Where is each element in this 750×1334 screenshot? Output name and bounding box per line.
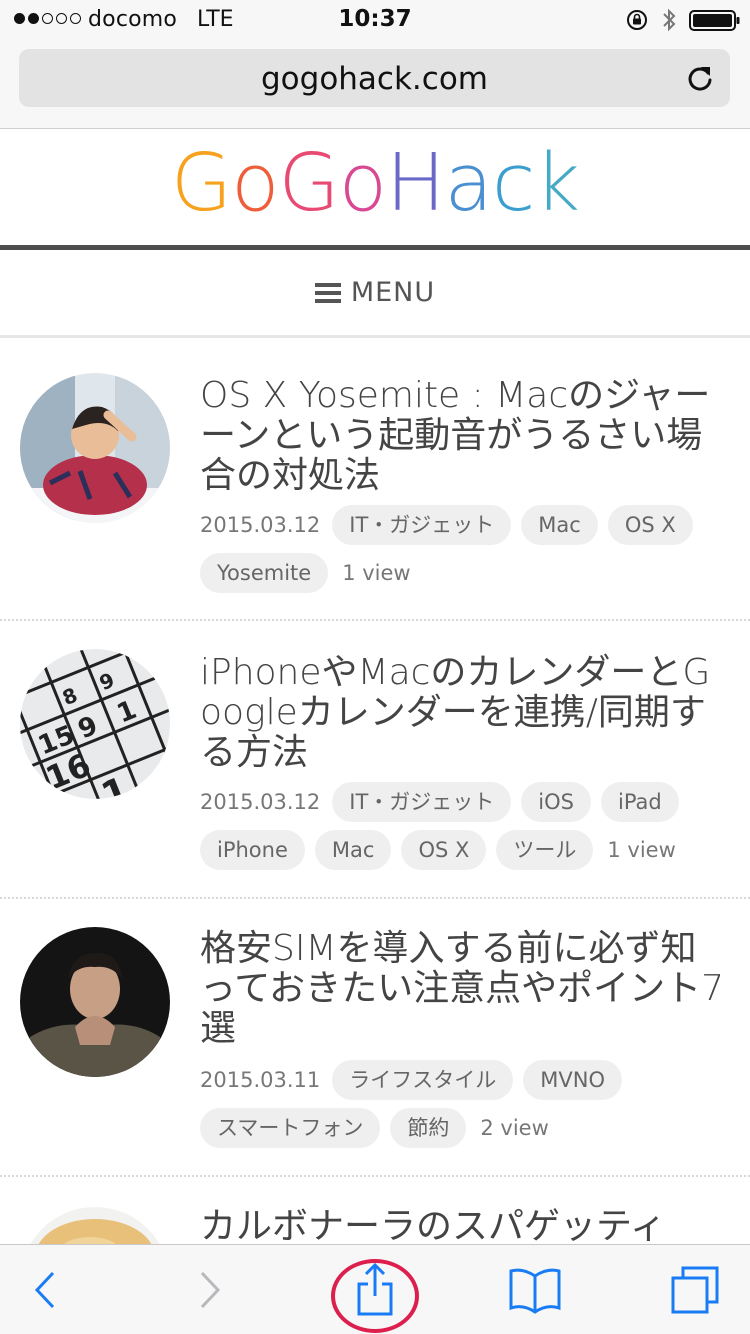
logo-letter: H xyxy=(386,137,445,229)
article-meta: 2015.03.11 ライフスタイル MVNO スマートフォン 節約 2 vie… xyxy=(200,1060,722,1148)
browser-toolbar xyxy=(0,1244,750,1334)
logo-letter: G xyxy=(278,137,339,229)
tag-chip[interactable]: ライフスタイル xyxy=(332,1060,514,1100)
article-meta: 2015.03.12 IT・ガジェット Mac OS X Yosemite 1 … xyxy=(200,505,722,593)
article-title[interactable]: iPhoneやMacのカレンダーとGoogleカレンダーを連携/同期する方法 xyxy=(200,653,730,773)
tag-chip[interactable]: iOS xyxy=(521,782,591,822)
article-meta: 2015.03.12 IT・ガジェット iOS iPad iPhone Mac … xyxy=(200,782,722,870)
url-text[interactable]: gogohack.com xyxy=(19,61,730,97)
logo-letter: o xyxy=(338,137,387,229)
hamburger-icon xyxy=(314,282,341,303)
tag-chip[interactable]: Mac xyxy=(521,505,598,545)
menu-button[interactable]: MENU xyxy=(0,250,750,338)
logo-letter: k xyxy=(534,137,580,229)
tag-chip[interactable]: OS X xyxy=(401,830,487,870)
site-header: GoGoHack xyxy=(0,129,750,245)
bluetooth-icon xyxy=(663,8,676,32)
tag-chip[interactable]: Yosemite xyxy=(200,553,329,593)
logo-letter: a xyxy=(444,137,492,229)
tag-chip[interactable]: ツール xyxy=(496,830,594,870)
article-item[interactable]: OS X Yosemite : Macのジャーーンという起動音がうるさい場合の対… xyxy=(0,341,750,621)
article-date: 2015.03.12 xyxy=(200,513,321,537)
article-title[interactable]: 格安SIMを導入する前に必ず知っておきたい注意点やポイント7選 xyxy=(200,929,730,1049)
back-icon xyxy=(34,1271,55,1309)
tag-chip[interactable]: IT・ガジェット xyxy=(332,505,512,545)
article-title[interactable]: OS X Yosemite : Macのジャーーンという起動音がうるさい場合の対… xyxy=(200,376,730,496)
rotation-lock-icon xyxy=(627,10,647,30)
tabs-icon xyxy=(671,1266,719,1314)
logo-letter: G xyxy=(170,137,232,229)
address-bar-area: gogohack.com xyxy=(0,40,750,129)
article-title[interactable]: カルボナーラのスパゲッティ xyxy=(200,1207,730,1247)
tag-chip[interactable]: Mac xyxy=(314,830,392,870)
view-count: 2 view xyxy=(480,1116,549,1140)
article-item[interactable]: 格安SIMを導入する前に必ず知っておきたい注意点やポイント7選 2015.03.… xyxy=(0,899,750,1177)
tag-chip[interactable]: MVNO xyxy=(523,1060,622,1100)
tag-chip[interactable]: iPad xyxy=(600,782,679,822)
view-count: 1 view xyxy=(342,561,411,585)
article-thumbnail[interactable] xyxy=(20,373,170,523)
article-date: 2015.03.12 xyxy=(200,790,321,814)
forward-button[interactable] xyxy=(180,1245,240,1334)
forward-icon xyxy=(200,1271,221,1309)
article-item[interactable]: 89 15 9 16 1 1 iPhoneやMacのカレンダーとGoogleカレンダ… xyxy=(0,621,750,899)
view-count: 1 view xyxy=(607,838,676,862)
tag-chip[interactable]: 節約 xyxy=(390,1108,467,1148)
logo-letter: o xyxy=(231,137,279,229)
tag-chip[interactable]: スマートフォン xyxy=(200,1108,381,1148)
tag-chip[interactable]: OS X xyxy=(607,505,693,545)
bookmarks-button[interactable] xyxy=(500,1245,570,1334)
reload-icon[interactable] xyxy=(686,63,714,93)
address-bar[interactable]: gogohack.com xyxy=(19,49,730,107)
tag-chip[interactable]: iPhone xyxy=(200,830,305,870)
article-date: 2015.03.11 xyxy=(200,1068,321,1092)
share-highlight-ring xyxy=(331,1259,419,1333)
article-thumbnail[interactable]: 89 159 161 1 xyxy=(20,649,170,799)
menu-label: MENU xyxy=(350,277,436,308)
back-button[interactable] xyxy=(15,1245,75,1334)
status-bar: docomo LTE 10:37 xyxy=(0,0,750,40)
tag-chip[interactable]: IT・ガジェット xyxy=(332,782,512,822)
site-logo[interactable]: GoGoHack xyxy=(170,137,580,229)
battery-icon xyxy=(689,10,740,31)
article-thumbnail[interactable] xyxy=(20,927,170,1077)
logo-letter: c xyxy=(491,137,535,229)
bookmarks-icon xyxy=(509,1268,561,1314)
tabs-button[interactable] xyxy=(660,1245,730,1334)
